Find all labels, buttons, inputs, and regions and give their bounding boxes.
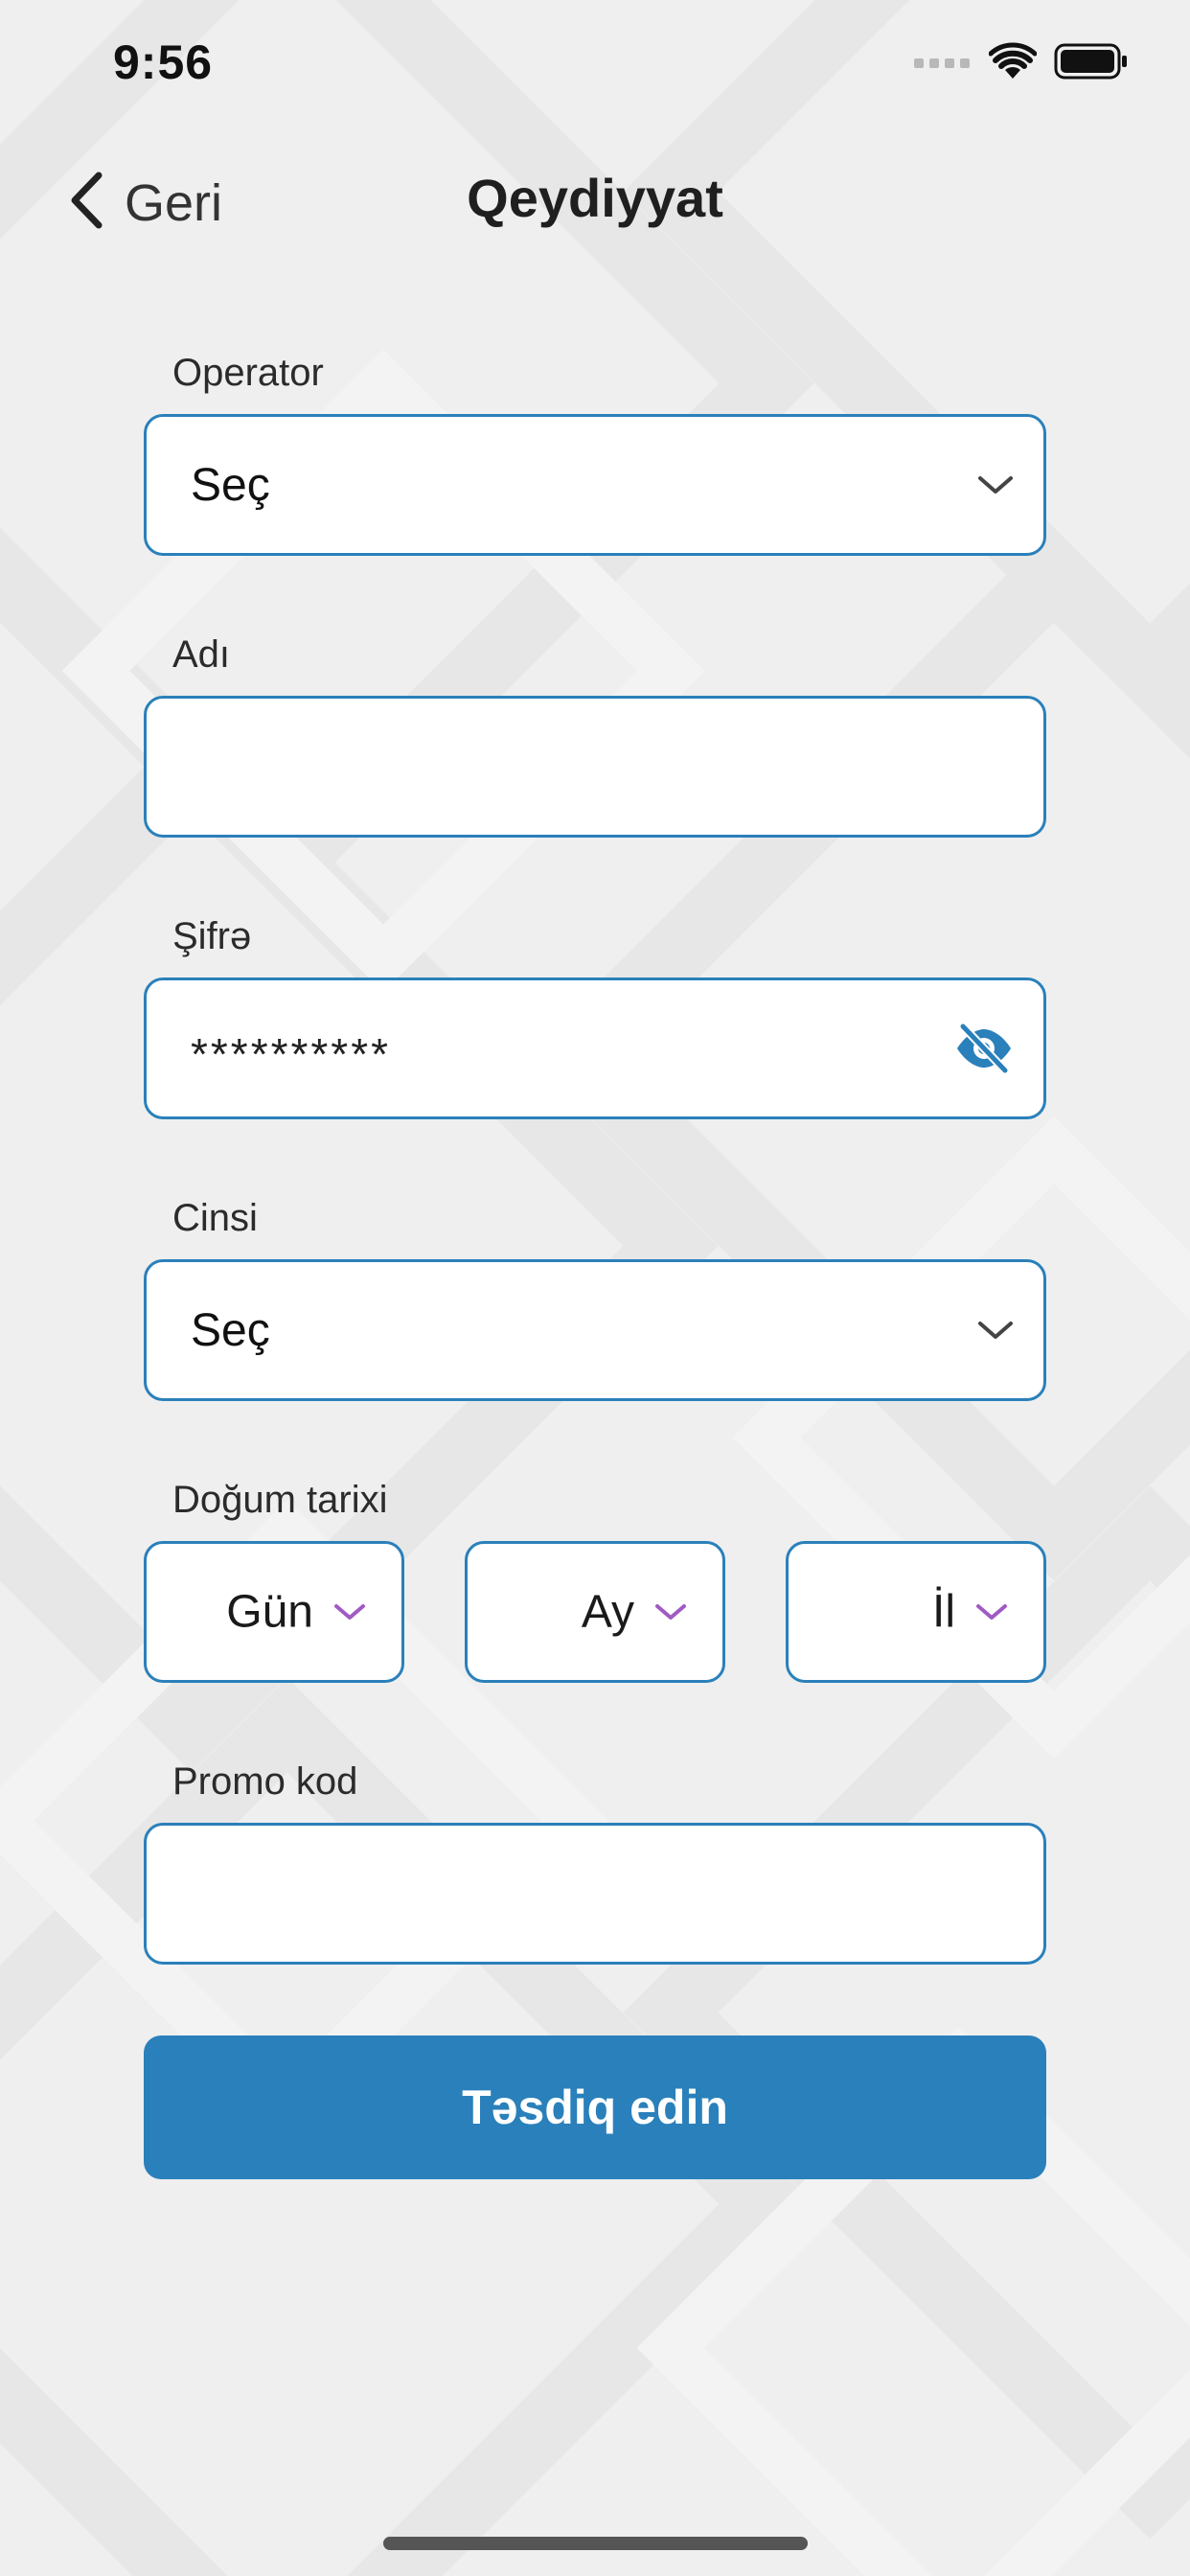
chevron-down-icon: [976, 1319, 1015, 1342]
status-bar: 9:56: [0, 0, 1190, 134]
operator-select[interactable]: Seç: [144, 414, 1046, 556]
status-icons: [914, 42, 1129, 85]
registration-form: Operator Seç Adı Şifrə ********** Cinsi …: [144, 345, 1046, 2179]
eye-off-icon[interactable]: [953, 1024, 1015, 1073]
wifi-icon: [988, 42, 1038, 85]
chevron-down-icon: [974, 1601, 1009, 1622]
home-indicator: [383, 2537, 808, 2550]
chevron-down-icon: [653, 1601, 688, 1622]
month-value: Ay: [581, 1586, 634, 1638]
battery-icon: [1054, 43, 1129, 84]
cellular-signal-icon: [914, 54, 972, 74]
status-time: 9:56: [113, 35, 214, 89]
password-field[interactable]: **********: [144, 978, 1046, 1119]
registration-screen: 9:56 Geri Qeydiyyat Operator Seç Adı Şif…: [0, 0, 1190, 2576]
month-select[interactable]: Ay: [465, 1541, 725, 1683]
birth-date-row: Gün Ay İl: [144, 1541, 1046, 1683]
day-value: Gün: [226, 1586, 313, 1638]
password-label: Şifrə: [172, 915, 252, 957]
gender-value: Seç: [191, 1304, 270, 1356]
birth-date-label: Doğum tarixi: [172, 1479, 388, 1521]
chevron-down-icon: [976, 473, 1015, 496]
gender-select[interactable]: Seç: [144, 1259, 1046, 1401]
year-value: İl: [932, 1586, 955, 1638]
day-select[interactable]: Gün: [144, 1541, 404, 1683]
password-value: **********: [191, 1029, 392, 1079]
chevron-down-icon: [332, 1601, 367, 1622]
nav-bar: Geri Qeydiyyat: [0, 153, 1190, 249]
operator-label: Operator: [172, 352, 324, 394]
page-title: Qeydiyyat: [467, 168, 723, 228]
gender-label: Cinsi: [172, 1197, 258, 1239]
year-select[interactable]: İl: [786, 1541, 1046, 1683]
operator-value: Seç: [191, 459, 270, 511]
name-field[interactable]: [144, 696, 1046, 838]
submit-button[interactable]: Təsdiq edin: [144, 2036, 1046, 2179]
promo-label: Promo kod: [172, 1760, 358, 1803]
name-label: Adı: [172, 633, 231, 676]
promo-field[interactable]: [144, 1823, 1046, 1965]
